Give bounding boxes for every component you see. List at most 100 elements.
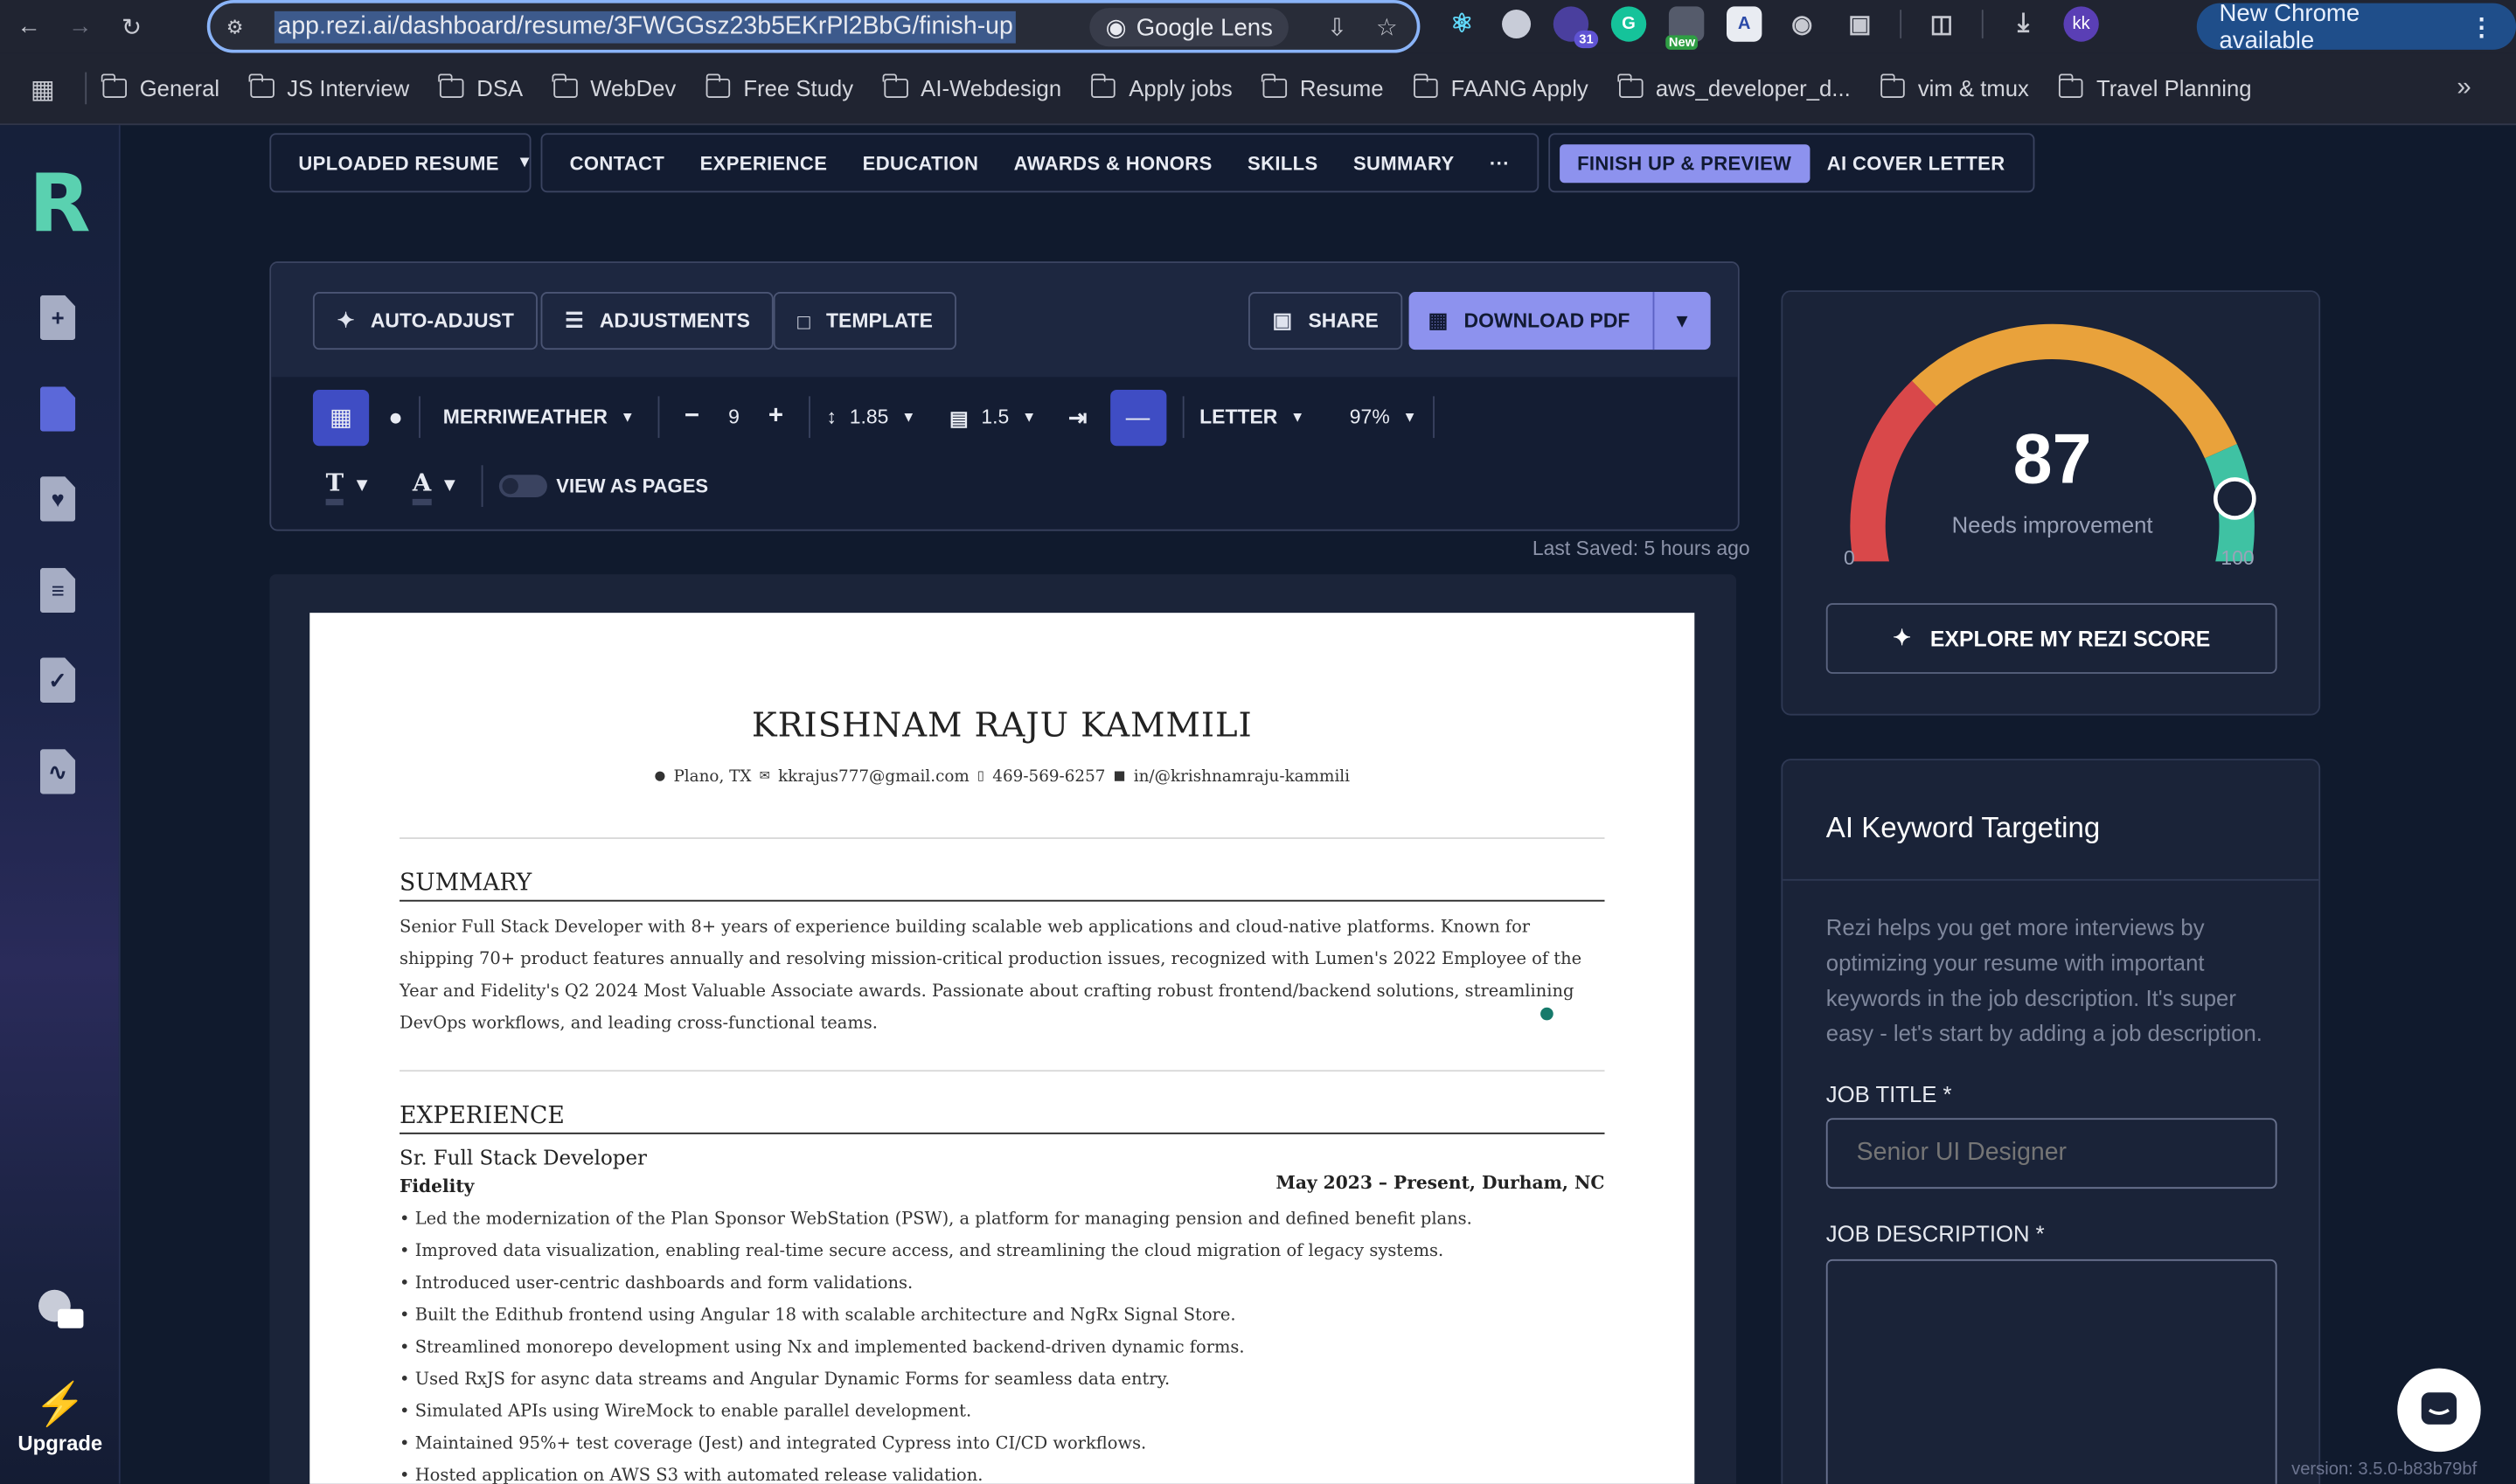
profile-photo-icon[interactable]: ●	[388, 388, 403, 446]
extension-new-icon[interactable]: New	[1665, 6, 1705, 50]
separator-line	[1981, 10, 1984, 39]
adjustments-button[interactable]: ☰ ADJUSTMENTS	[540, 292, 775, 350]
tab-ai-cover-letter[interactable]: AI COVER LETTER	[1810, 143, 2023, 182]
bookmark-folder[interactable]: Free Study	[705, 73, 853, 101]
download-pdf-button[interactable]: ▦ DOWNLOAD PDF ▼	[1408, 292, 1711, 350]
paper-size-select[interactable]: LETTER ▼	[1199, 388, 1304, 446]
summary-heading: SUMMARY	[400, 871, 1605, 902]
bookmark-folder[interactable]: AI-Webdesign	[882, 73, 1061, 101]
checklist-icon[interactable]: ✓	[39, 657, 79, 706]
margin-value: 1.5	[981, 406, 1010, 429]
list-item: Streamlined monorepo development using N…	[400, 1331, 1595, 1363]
favorites-icon[interactable]: ♥	[39, 476, 79, 524]
resume-page[interactable]: KRISHNAM RAJU KAMMILI ● Plano, TX ✉ kkra…	[309, 613, 1695, 1484]
back-icon[interactable]: ←	[6, 4, 51, 49]
summary-text: Senior Full Stack Developer with 8+ year…	[400, 917, 1582, 1034]
reload-icon[interactable]: ↻	[109, 4, 154, 49]
bookmark-folder[interactable]: FAANG Apply	[1413, 73, 1588, 101]
separator	[932, 396, 934, 438]
tab-skills[interactable]: SKILLS	[1230, 143, 1336, 182]
forward-icon[interactable]: →	[58, 4, 102, 49]
line-height-select[interactable]: ↕ 1.85 ▼	[827, 388, 916, 446]
app-sidebar: R + ♥ ≡ ✓ ∿ ⚡ Upgrade	[0, 125, 121, 1484]
text-style-select[interactable]: T ▼	[325, 457, 368, 515]
tab-contact[interactable]: CONTACT	[552, 143, 682, 182]
version-text: version: 3.5.0-b83b79bf	[2291, 1460, 2478, 1480]
bookmark-label: Travel Planning	[2096, 75, 2252, 101]
bookmark-folder[interactable]: Resume	[1261, 73, 1384, 101]
react-devtools-icon[interactable]: ⚛	[1444, 6, 1479, 41]
zoom-select[interactable]: 97% ▼	[1350, 388, 1417, 446]
google-lens-button[interactable]: ◉ Google Lens	[1089, 8, 1289, 47]
folder-icon	[248, 73, 275, 98]
tab-education[interactable]: EDUCATION	[844, 143, 996, 182]
address-bar[interactable]: ⚙ app.rezi.ai/dashboard/resume/3FWGGsz23…	[206, 0, 1421, 53]
resumes-icon[interactable]	[39, 386, 79, 434]
download-label: DOWNLOAD PDF	[1463, 309, 1630, 332]
new-resume-icon[interactable]: +	[39, 295, 79, 343]
indent-icon[interactable]: ⇥	[1068, 388, 1088, 446]
puzzle-extensions-icon[interactable]: ▣	[1842, 6, 1877, 41]
extension-text-icon[interactable]: A	[1726, 6, 1762, 42]
camera-icon[interactable]: ◉	[1784, 6, 1819, 41]
job-title-input[interactable]	[1825, 1118, 2277, 1189]
bookmark-folder[interactable]: Apply jobs	[1090, 73, 1233, 101]
divider-style-icon[interactable]: —	[1109, 389, 1166, 446]
chevron-down-icon[interactable]: ▼	[1654, 309, 1710, 332]
margin-icon: ▤	[949, 406, 969, 429]
bookmark-star-icon[interactable]: ☆	[1376, 13, 1398, 42]
more-bookmarks-icon[interactable]: »	[2457, 73, 2471, 102]
apps-grid-icon[interactable]: ▦	[31, 73, 59, 104]
font-size-value[interactable]: 9	[709, 388, 759, 446]
bookmark-folder[interactable]: DSA	[438, 73, 523, 101]
profile-avatar[interactable]: kk	[2063, 6, 2099, 42]
bookmark-folder[interactable]: aws_developer_d...	[1617, 73, 1851, 101]
more-tabs-icon[interactable]: ···	[1472, 143, 1527, 182]
share-button[interactable]: ▣ SHARE	[1248, 292, 1403, 350]
share-label: SHARE	[1308, 309, 1379, 332]
install-app-icon[interactable]: ⇩	[1327, 13, 1347, 42]
decrease-font-icon[interactable]: −	[675, 388, 709, 446]
bookmark-folder[interactable]: WebDev	[552, 73, 676, 101]
format-row: ▦ ● MERRIWEATHER ▼ − 9 + ↕ 1.85 ▼ ▤ 1.5 …	[312, 388, 1450, 446]
bookmarks-separator	[85, 72, 87, 105]
text-color-select[interactable]: A ▼	[412, 457, 455, 515]
rezi-logo[interactable]: R	[29, 163, 91, 244]
font-select[interactable]: MERRIWEATHER ▼	[436, 388, 641, 446]
bookmark-folder[interactable]: General	[101, 73, 219, 101]
bookmark-folder[interactable]: vim & tmux	[1880, 73, 2029, 101]
tab-summary[interactable]: SUMMARY	[1336, 143, 1472, 182]
tab-awards[interactable]: AWARDS & HONORS	[996, 143, 1229, 182]
template-button[interactable]: □ TEMPLATE	[773, 292, 957, 350]
margin-select[interactable]: ▤ 1.5 ▼	[949, 388, 1036, 446]
new-chrome-available-button[interactable]: New Chrome available ⋮	[2196, 0, 2516, 53]
tab-finish-up[interactable]: FINISH UP & PREVIEW	[1559, 143, 1810, 183]
job-description-textarea[interactable]	[1825, 1259, 2277, 1484]
explore-score-button[interactable]: ✦ EXPLORE MY REZI SCORE	[1825, 603, 2277, 674]
reading-mode-icon[interactable]: ◫	[1924, 6, 1959, 41]
url-text[interactable]: app.rezi.ai/dashboard/resume/3FWGGsz23b5…	[274, 10, 1017, 43]
bookmark-label: aws_developer_d...	[1655, 75, 1851, 101]
support-chat-button[interactable]	[2397, 1368, 2481, 1453]
bookmark-folder[interactable]: JS Interview	[248, 73, 409, 101]
extension-calendar-icon[interactable]: 31	[1553, 6, 1599, 49]
extension-circle-icon[interactable]	[1502, 10, 1532, 39]
increase-font-icon[interactable]: +	[759, 388, 793, 446]
bookmark-label: vim & tmux	[1917, 75, 2029, 101]
analytics-icon[interactable]: ∿	[39, 749, 79, 797]
auto-adjust-button[interactable]: ✦ AUTO-ADJUST	[312, 292, 539, 350]
layout-icon[interactable]: ▦	[312, 389, 370, 446]
uploaded-resume-dropdown[interactable]: UPLOADED RESUME ▼	[269, 133, 532, 193]
folder-icon	[1413, 73, 1438, 98]
bookmark-folder[interactable]: Travel Planning	[2058, 73, 2252, 101]
site-settings-icon[interactable]: ⚙	[226, 15, 252, 38]
grammarly-icon[interactable]: G	[1610, 6, 1647, 42]
line-height-icon: ↕	[826, 406, 838, 429]
feedback-chat-icon[interactable]	[35, 1286, 87, 1335]
view-as-pages-toggle[interactable]	[498, 475, 547, 498]
folder-icon	[1090, 73, 1116, 98]
upgrade-button[interactable]: ⚡ Upgrade	[0, 1380, 121, 1455]
cover-letters-icon[interactable]: ≡	[39, 567, 79, 616]
download-icon[interactable]: ⤓	[2005, 6, 2040, 41]
tab-experience[interactable]: EXPERIENCE	[682, 143, 844, 182]
